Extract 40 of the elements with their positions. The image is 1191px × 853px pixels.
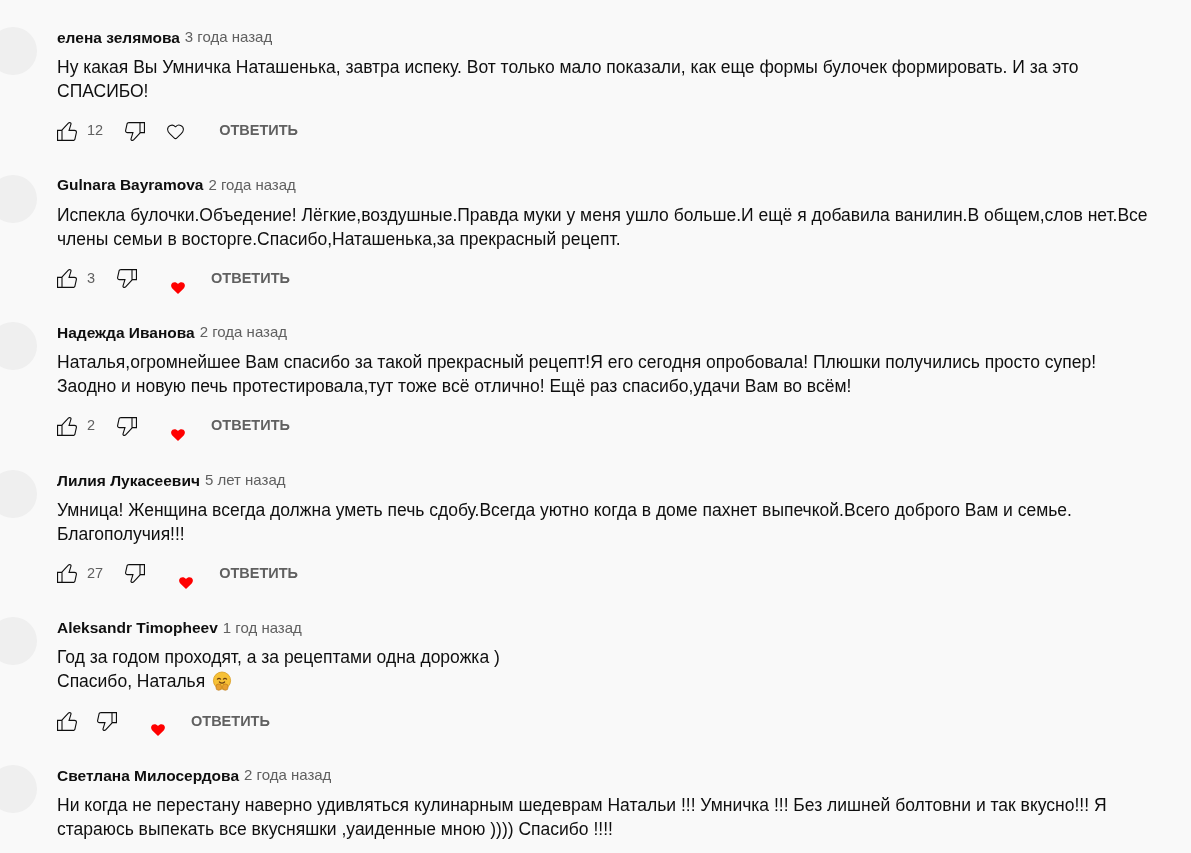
thumbs-down-icon [117,416,138,436]
reply-button[interactable]: ОТВЕТИТЬ [195,262,306,295]
like-count: 2 [87,416,96,436]
thumbs-down-icon [125,564,146,584]
comment-text: Наталья,огромнейшее Вам спасибо за такой прекрасный рецепт!Я его сегодня опробовала! Плюшки получились просто супер! Заодно и новую печь протестировала,тут тоже всё отлично! Ещё раз спасибо,удачи Вам во всём! [57,352,1097,397]
author-name[interactable]: Gulnara Bayramova [57,173,204,197]
comment-time[interactable]: 3 года назад [184,26,273,49]
comment-time[interactable]: 2 года назад [244,764,332,787]
reply-button[interactable]: ОТВЕТИТЬ [203,557,314,590]
thumbs-up-icon [57,269,77,289]
comment-time[interactable]: 2 года назад [208,173,296,197]
like-count: 12 [87,121,104,141]
comment-text: Испекла булочки.Объедение! Лёгкие,воздушные.Правда муки у меня ушло больше.И ещё я добавила ванилин.В общем,слов нет.Все члены семьи в восторге.Спасибо,Наташенька,за прекрасный рецепт. [57,204,1148,249]
hugging-face-emoji-icon [212,671,233,692]
author-name[interactable]: Светлана Милосердова [57,763,239,788]
thumbs-up-icon [57,121,77,141]
comment-text: Умница! Женщина всегда должна уметь печь сдобу.Всегда уютно когда в доме пахнет выпечкой.Всего доброго Вам и семье. Благополучия!!! [57,499,1072,544]
heart-outline-icon [165,121,185,141]
like-count: 27 [87,563,104,583]
comment-time[interactable]: 2 года назад [199,321,288,344]
author-name[interactable]: Надежда Иванова [57,321,195,345]
comment-time[interactable]: 1 год назад [222,616,302,640]
like-count: 3 [87,268,96,288]
comment-text: Ни когда не перестану наверно удивляться кулинарным шедеврам Натальи !!! Умничка !!! Без лишней болтовни и так вкусно!!! Я стараюсь выпекать все вкусняшки ,уаиденные мною )))) Спасибо !!!! [57,794,1107,839]
thumbs-down-icon [97,711,117,731]
comment-time[interactable]: 5 лет назад [204,469,286,492]
reply-button[interactable]: ОТВЕТИТЬ [195,410,306,443]
thumbs-down-icon [117,269,138,289]
comment-text: Год за годом проходят, а за рецептами одна дорожка ) [57,646,500,670]
thumbs-down-icon [125,121,146,141]
thumbs-up-icon [57,416,77,436]
reply-button[interactable]: ОТВЕТИТЬ [175,705,286,738]
reply-button[interactable]: ОТВЕТИТЬ [203,115,314,147]
author-name[interactable]: Aleksandr Timopheev [57,616,218,640]
comment-text: Ну какая Вы Умничка Наташенька, завтра испеку. Вот только мало показали, как еще формы булочек формировать. И за это СПАСИБО! [57,57,1079,101]
comment-text: Спасибо, Наталья [57,670,206,694]
thumbs-up-icon [57,564,77,584]
thumbs-up-icon [57,711,77,731]
author-name[interactable]: елена зелямова [57,25,180,50]
author-name[interactable]: Лилия Лукасеевич [57,468,200,492]
